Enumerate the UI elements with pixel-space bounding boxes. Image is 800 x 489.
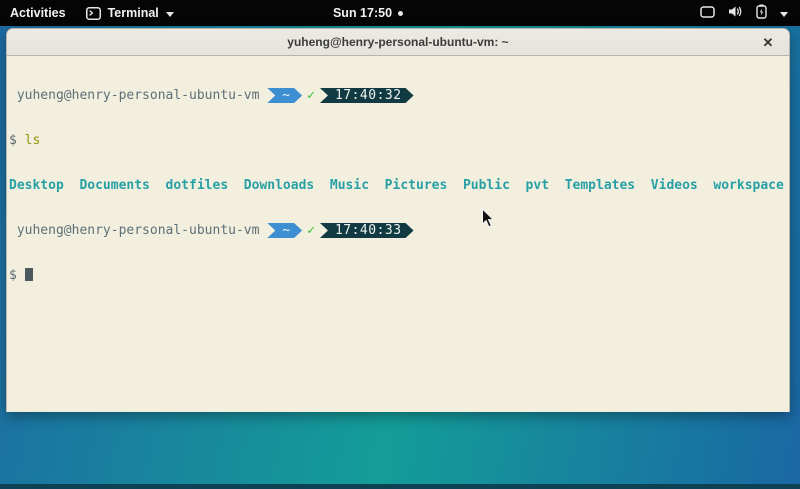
terminal-cursor (25, 268, 33, 281)
notification-dot-icon (398, 11, 403, 16)
prompt-path-segment: ~ (267, 88, 302, 103)
prompt-time-segment: 17:40:33 (320, 223, 414, 238)
terminal-app-icon (86, 7, 101, 20)
prompt-path-segment: ~ (267, 223, 302, 238)
window-titlebar[interactable]: yuheng@henry-personal-ubuntu-vm: ~ ✕ (7, 29, 789, 56)
current-input-line: $ (9, 268, 789, 283)
terminal-window: yuheng@henry-personal-ubuntu-vm: ~ ✕ yuh… (6, 28, 790, 412)
status-check-icon: ✓ (302, 223, 320, 238)
chevron-down-icon (780, 12, 788, 17)
prompt-time-segment: 17:40:32 (320, 88, 414, 103)
app-menu-button[interactable]: Terminal (86, 6, 174, 20)
prompt-line: yuheng@henry-personal-ubuntu-vm ~✓17:40:… (9, 223, 789, 238)
window-title: yuheng@henry-personal-ubuntu-vm: ~ (287, 35, 508, 49)
clock-button[interactable]: Sun 17:50 (333, 6, 403, 20)
prompt-dollar: $ (9, 133, 25, 148)
status-check-icon: ✓ (302, 88, 320, 103)
prompt-user: yuheng@henry-personal-ubuntu-vm (9, 223, 267, 238)
top-bar: Activities Terminal Sun 17:50 (0, 0, 800, 26)
battery-charging-icon (756, 4, 767, 22)
activities-button[interactable]: Activities (10, 6, 66, 20)
app-menu-label: Terminal (108, 6, 159, 20)
prompt-user: yuheng@henry-personal-ubuntu-vm (9, 88, 267, 103)
ls-output-line: Desktop Documents dotfiles Downloads Mus… (9, 178, 789, 193)
system-tray-button[interactable] (694, 0, 794, 26)
command-line: $ ls (9, 133, 789, 148)
desktop-bottom-edge (0, 484, 800, 489)
close-button[interactable]: ✕ (757, 29, 779, 56)
volume-icon (728, 5, 743, 21)
terminal-screen[interactable]: yuheng@henry-personal-ubuntu-vm ~✓17:40:… (7, 56, 789, 412)
mouse-cursor-icon (481, 208, 494, 233)
command-text: ls (25, 133, 41, 148)
screen: Activities Terminal Sun 17:50 (0, 0, 800, 489)
prompt-line: yuheng@henry-personal-ubuntu-vm ~✓17:40:… (9, 88, 789, 103)
chevron-down-icon (166, 12, 174, 17)
clock-label: Sun 17:50 (333, 6, 392, 20)
screen-icon (700, 6, 715, 21)
prompt-dollar: $ (9, 268, 25, 283)
